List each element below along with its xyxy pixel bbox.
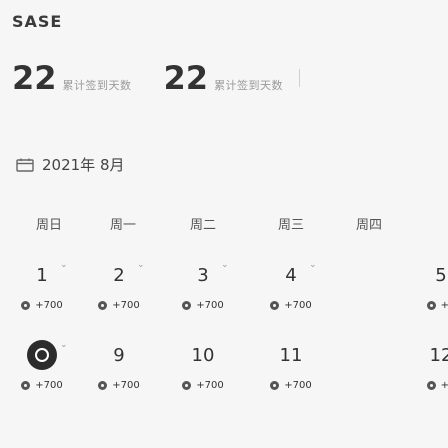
weekday-label: 周日 xyxy=(35,218,62,233)
day-number: 2 xyxy=(113,265,125,286)
reward-amount: +700 xyxy=(196,380,224,391)
reward-amount: +7 xyxy=(440,300,448,311)
reward-amount: +700 xyxy=(284,380,312,391)
calendar-icon xyxy=(16,158,34,172)
coin-icon xyxy=(270,301,280,310)
calendar-day[interactable]: ⌄ 1 +700 xyxy=(5,260,79,311)
calendar-day[interactable]: ⌄ 4 +700 xyxy=(254,260,328,311)
calendar-day[interactable]: ⌄ 2 +700 xyxy=(82,260,156,311)
coin-icon xyxy=(182,381,192,390)
page-title: SASE xyxy=(12,12,63,31)
stat-value: 22 xyxy=(163,59,209,97)
day-number: 10 xyxy=(191,345,215,366)
chevron-down-icon: ⌄ xyxy=(137,260,145,270)
weekday-label: 周四 xyxy=(355,218,382,233)
calendar-day[interactable]: 12 +7 xyxy=(404,342,448,391)
coin-icon xyxy=(426,381,436,390)
day-number: 5 xyxy=(435,265,447,286)
chevron-down-icon: ⌄ xyxy=(309,260,317,270)
calendar-day[interactable]: 11 +700 xyxy=(254,342,328,391)
day-number: 12 xyxy=(429,345,448,366)
reward-amount: +700 xyxy=(284,300,312,311)
reward-amount: +700 xyxy=(112,300,140,311)
calendar-day-today[interactable]: ⌄ +700 xyxy=(5,340,79,391)
day-number: 3 xyxy=(197,265,209,286)
day-number: 9 xyxy=(113,345,125,366)
reward-amount: +700 xyxy=(196,300,224,311)
stats-bar: 22 累计签到天数 22 累计签到天数 xyxy=(12,60,316,96)
month-label: 2021年 8月 xyxy=(42,156,125,174)
calendar-day[interactable]: 5 +7 xyxy=(404,262,448,311)
calendar-day[interactable]: 9 +700 xyxy=(82,342,156,391)
divider xyxy=(299,69,301,87)
coin-icon xyxy=(21,381,31,390)
coin-icon xyxy=(426,301,436,310)
coin-icon xyxy=(182,301,192,310)
reward-amount: +700 xyxy=(35,300,63,311)
reward-amount: +7 xyxy=(440,380,448,391)
reward-amount: +700 xyxy=(35,380,63,391)
stat-value: 22 xyxy=(12,59,57,97)
stat-label: 累计签到天数 xyxy=(62,79,132,92)
chevron-down-icon: ⌄ xyxy=(221,260,229,270)
calendar-day[interactable]: ⌄ 3 +700 xyxy=(166,260,240,311)
coin-icon xyxy=(98,381,108,390)
day-number: 1 xyxy=(36,265,48,286)
calendar-day[interactable]: 10 +700 xyxy=(166,342,240,391)
weekday-label: 周三 xyxy=(277,218,304,233)
stat-consecutive-days: 22 累计签到天数 xyxy=(164,60,284,96)
weekday-label: 周二 xyxy=(189,218,216,233)
reward-amount: +700 xyxy=(112,380,140,391)
checked-in-icon xyxy=(27,340,57,370)
chevron-down-icon: ⌄ xyxy=(60,340,68,350)
chevron-down-icon: ⌄ xyxy=(60,260,68,270)
coin-icon xyxy=(21,301,31,310)
day-number: 4 xyxy=(285,265,297,286)
month-header: 2021年 8月 xyxy=(16,154,125,175)
coin-icon xyxy=(270,381,280,390)
day-number: 11 xyxy=(279,345,303,366)
stat-total-days: 22 累计签到天数 xyxy=(12,60,132,96)
weekday-label: 周一 xyxy=(109,218,136,233)
stat-label: 累计签到天数 xyxy=(214,79,284,92)
coin-icon xyxy=(98,301,108,310)
